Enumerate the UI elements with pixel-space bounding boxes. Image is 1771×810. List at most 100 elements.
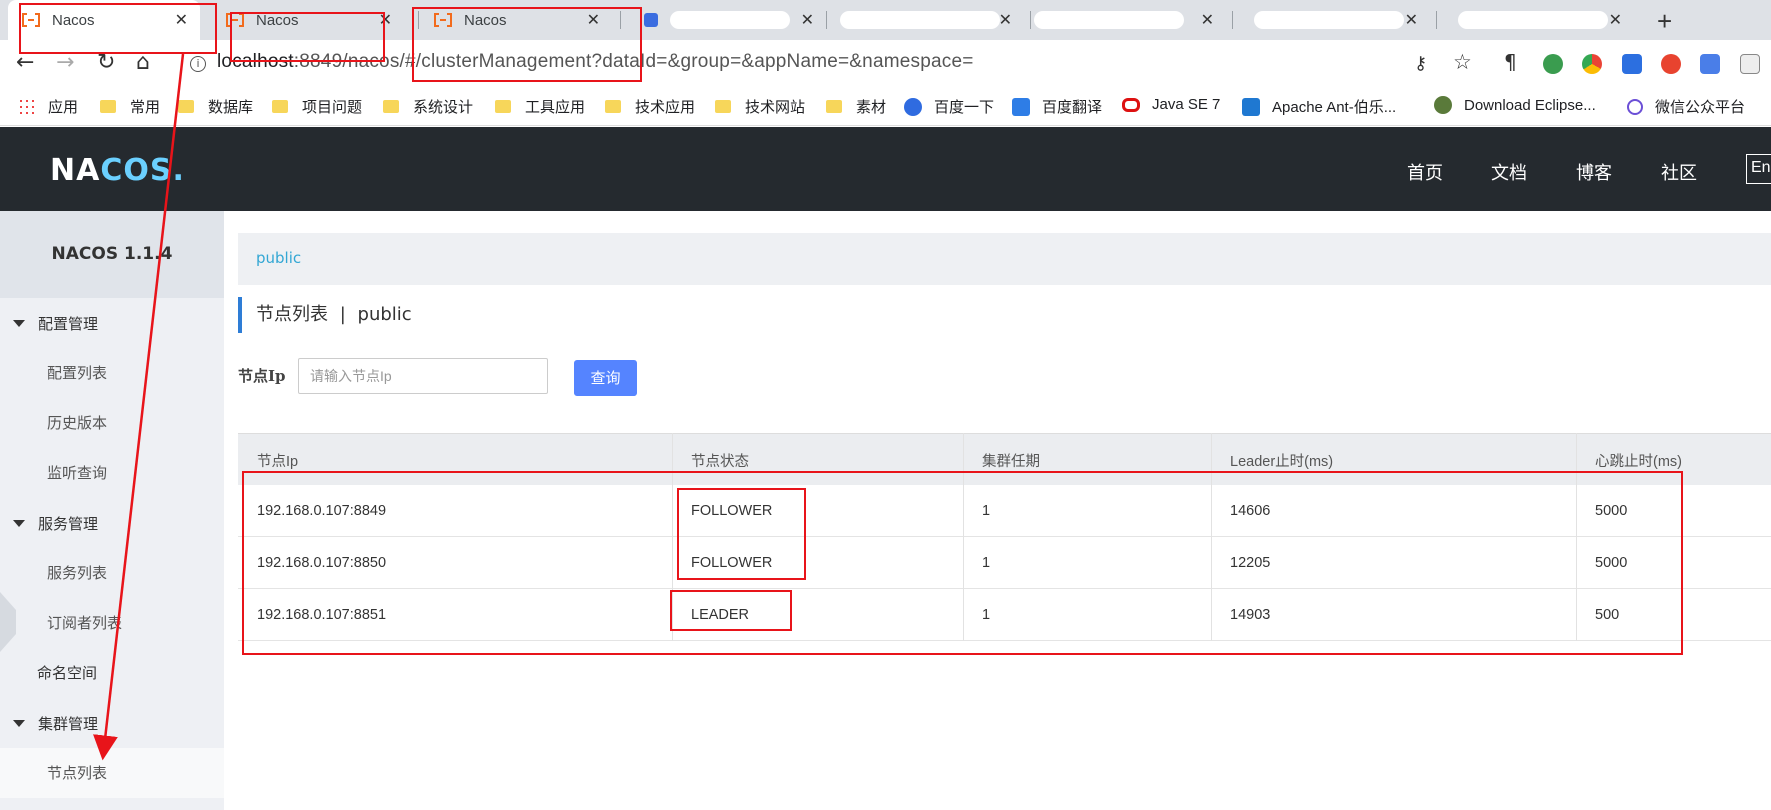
p-extension-icon[interactable] [1622,54,1642,74]
browser-tab[interactable]: ✕ [828,0,1024,40]
sidebar-item-history[interactable]: 历史版本 [0,398,224,448]
url-field[interactable]: localhost:8849/nacos/#/clusterManagement… [217,51,974,73]
bookmark-label: 工具应用 [525,99,586,116]
key-icon[interactable]: ⚷ [1414,53,1427,74]
new-tab-button[interactable]: + [1657,6,1672,37]
folder-icon [272,100,288,113]
leader-due-cell: 14606 [1230,503,1271,519]
close-tab-icon[interactable]: ✕ [801,10,814,30]
bookmarks-bar: 应用 常用 数据库 项目问题 系统设计 工具应用 技术应用 技术网站 素材 百度… [0,88,1771,126]
nav-community[interactable]: 社区 [1661,159,1697,185]
sidebar-item-node-list[interactable]: 节点列表 [0,748,224,798]
paragraph-extension-icon[interactable]: ¶ [1504,50,1524,74]
bookmark-baidu-translate[interactable]: 百度翻译 [1012,96,1102,117]
compass-extension-icon[interactable] [1543,54,1563,74]
language-toggle-button[interactable]: En [1746,154,1771,184]
close-tab-icon[interactable]: ✕ [587,10,600,30]
leader-due-cell: 12205 [1230,555,1271,571]
bookmark-apps[interactable]: 应用 [18,96,78,117]
browser-tab[interactable]: Nacos ✕ [212,0,404,40]
table-row: 192.168.0.107:8851 LEADER 1 14903 500 [238,589,1771,641]
redacted-tab-title [1034,11,1184,29]
close-tab-icon[interactable]: ✕ [1405,10,1418,30]
nav-home[interactable]: 首页 [1407,159,1443,185]
bookmark-eclipse[interactable]: Download Eclipse... [1434,96,1596,114]
bookmark-label: 系统设计 [413,99,474,116]
bookmark-folder[interactable]: 系统设计 [383,96,473,117]
sidebar-group-service[interactable]: 服务管理 [0,498,224,548]
close-tab-icon[interactable]: ✕ [379,10,392,30]
node-state-cell: FOLLOWER [691,503,773,519]
bookmark-folder[interactable]: 素材 [826,96,886,117]
close-tab-icon[interactable]: ✕ [999,10,1012,30]
forward-arrow-icon[interactable]: → [56,50,74,75]
bookmark-folder[interactable]: 工具应用 [495,96,585,117]
translate-page-icon[interactable] [1740,54,1760,74]
heartbeat-due-cell: 5000 [1595,503,1628,519]
url-path: :8849/nacos/#/clusterManagement?dataId=&… [293,51,974,72]
browser-tab[interactable]: Nacos ✕ [420,0,612,40]
chrome-extension-icon[interactable] [1582,54,1602,74]
page-title: 节点列表 | public [238,297,412,333]
sidebar-item-subscriber-list[interactable]: 订阅者列表 [0,598,224,648]
redacted-tab-title [1458,11,1608,29]
caret-down-icon [13,319,25,327]
sidebar-item-namespace[interactable]: 命名空间 [0,648,224,698]
nacos-favicon-icon [22,13,40,27]
close-tab-icon[interactable]: ✕ [1609,10,1622,30]
bookmark-folder[interactable]: 技术网站 [715,96,805,117]
caret-down-icon [13,519,25,527]
nav-blog[interactable]: 博客 [1576,159,1612,185]
bookmark-label: 技术应用 [635,99,696,116]
bookmark-folder[interactable]: 常用 [100,96,160,117]
star-icon[interactable]: ☆ [1453,50,1472,74]
wechat-icon [1627,98,1643,115]
node-ip-cell: 192.168.0.107:8851 [257,607,387,623]
node-ip-search-input[interactable]: 请输入节点Ip [298,358,548,394]
close-tab-icon[interactable]: ✕ [175,10,188,30]
browser-tab-strip: Nacos ✕ Nacos ✕ Nacos ✕ ✕ ✕ ✕ ✕ ✕ + [0,0,1771,40]
infinity-extension-icon[interactable] [1661,54,1681,74]
browser-tab[interactable]: ✕ [1234,0,1430,40]
sidebar-group-config[interactable]: 配置管理 [0,298,224,348]
cluster-term-cell: 1 [982,607,991,623]
reload-icon[interactable]: ↻ [97,50,115,75]
column-header: 节点状态 [691,454,749,470]
browser-tab[interactable]: ✕ [630,0,826,40]
bookmark-baidu[interactable]: 百度一下 [904,96,994,117]
sidebar-item-listener-query[interactable]: 监听查询 [0,448,224,498]
sidebar-group-cluster[interactable]: 集群管理 [0,698,224,748]
bookmark-label: 项目问题 [302,99,363,116]
folder-icon [100,100,116,113]
address-bar: ← → ↻ ⌂ i localhost:8849/nacos/#/cluster… [0,40,1771,88]
browser-tab[interactable]: ✕ [1030,0,1226,40]
home-icon[interactable]: ⌂ [136,50,150,75]
close-tab-icon[interactable]: ✕ [1201,10,1214,30]
column-divider [963,433,964,641]
sidebar-item-service-list[interactable]: 服务列表 [0,548,224,598]
bookmark-label: Java SE 7 [1152,96,1221,113]
bookmark-folder[interactable]: 技术应用 [605,96,695,117]
page-title-separator: | [339,304,346,325]
node-state-cell: LEADER [691,607,750,623]
bookmark-java[interactable]: Java SE 7 [1122,96,1220,113]
nacos-logo[interactable]: NACOS. [50,153,185,188]
table-row: 192.168.0.107:8849 FOLLOWER 1 14606 5000 [238,485,1771,537]
query-button[interactable]: 查询 [574,360,637,396]
back-arrow-icon[interactable]: ← [16,50,34,75]
sidebar-item-config-list[interactable]: 配置列表 [0,348,224,398]
nav-docs[interactable]: 文档 [1491,159,1527,185]
bookmark-label: 常用 [130,99,161,116]
bookmark-wechat[interactable]: 微信公众平台 [1627,96,1745,117]
bookmark-folder[interactable]: 数据库 [178,96,253,117]
cluster-term-cell: 1 [982,555,991,571]
bookmark-label: 素材 [856,99,887,116]
translate-extension-icon[interactable] [1700,54,1720,74]
browser-tab[interactable]: ✕ [1438,0,1634,40]
bookmark-folder[interactable]: 项目问题 [272,96,362,117]
bookmark-apache-ant[interactable]: Apache Ant-伯乐... [1242,96,1396,117]
bookmark-label: 百度一下 [934,99,995,116]
browser-tab[interactable]: Nacos ✕ [8,0,200,40]
site-info-icon[interactable]: i [190,56,206,72]
namespace-tab-public[interactable]: public [256,249,301,267]
